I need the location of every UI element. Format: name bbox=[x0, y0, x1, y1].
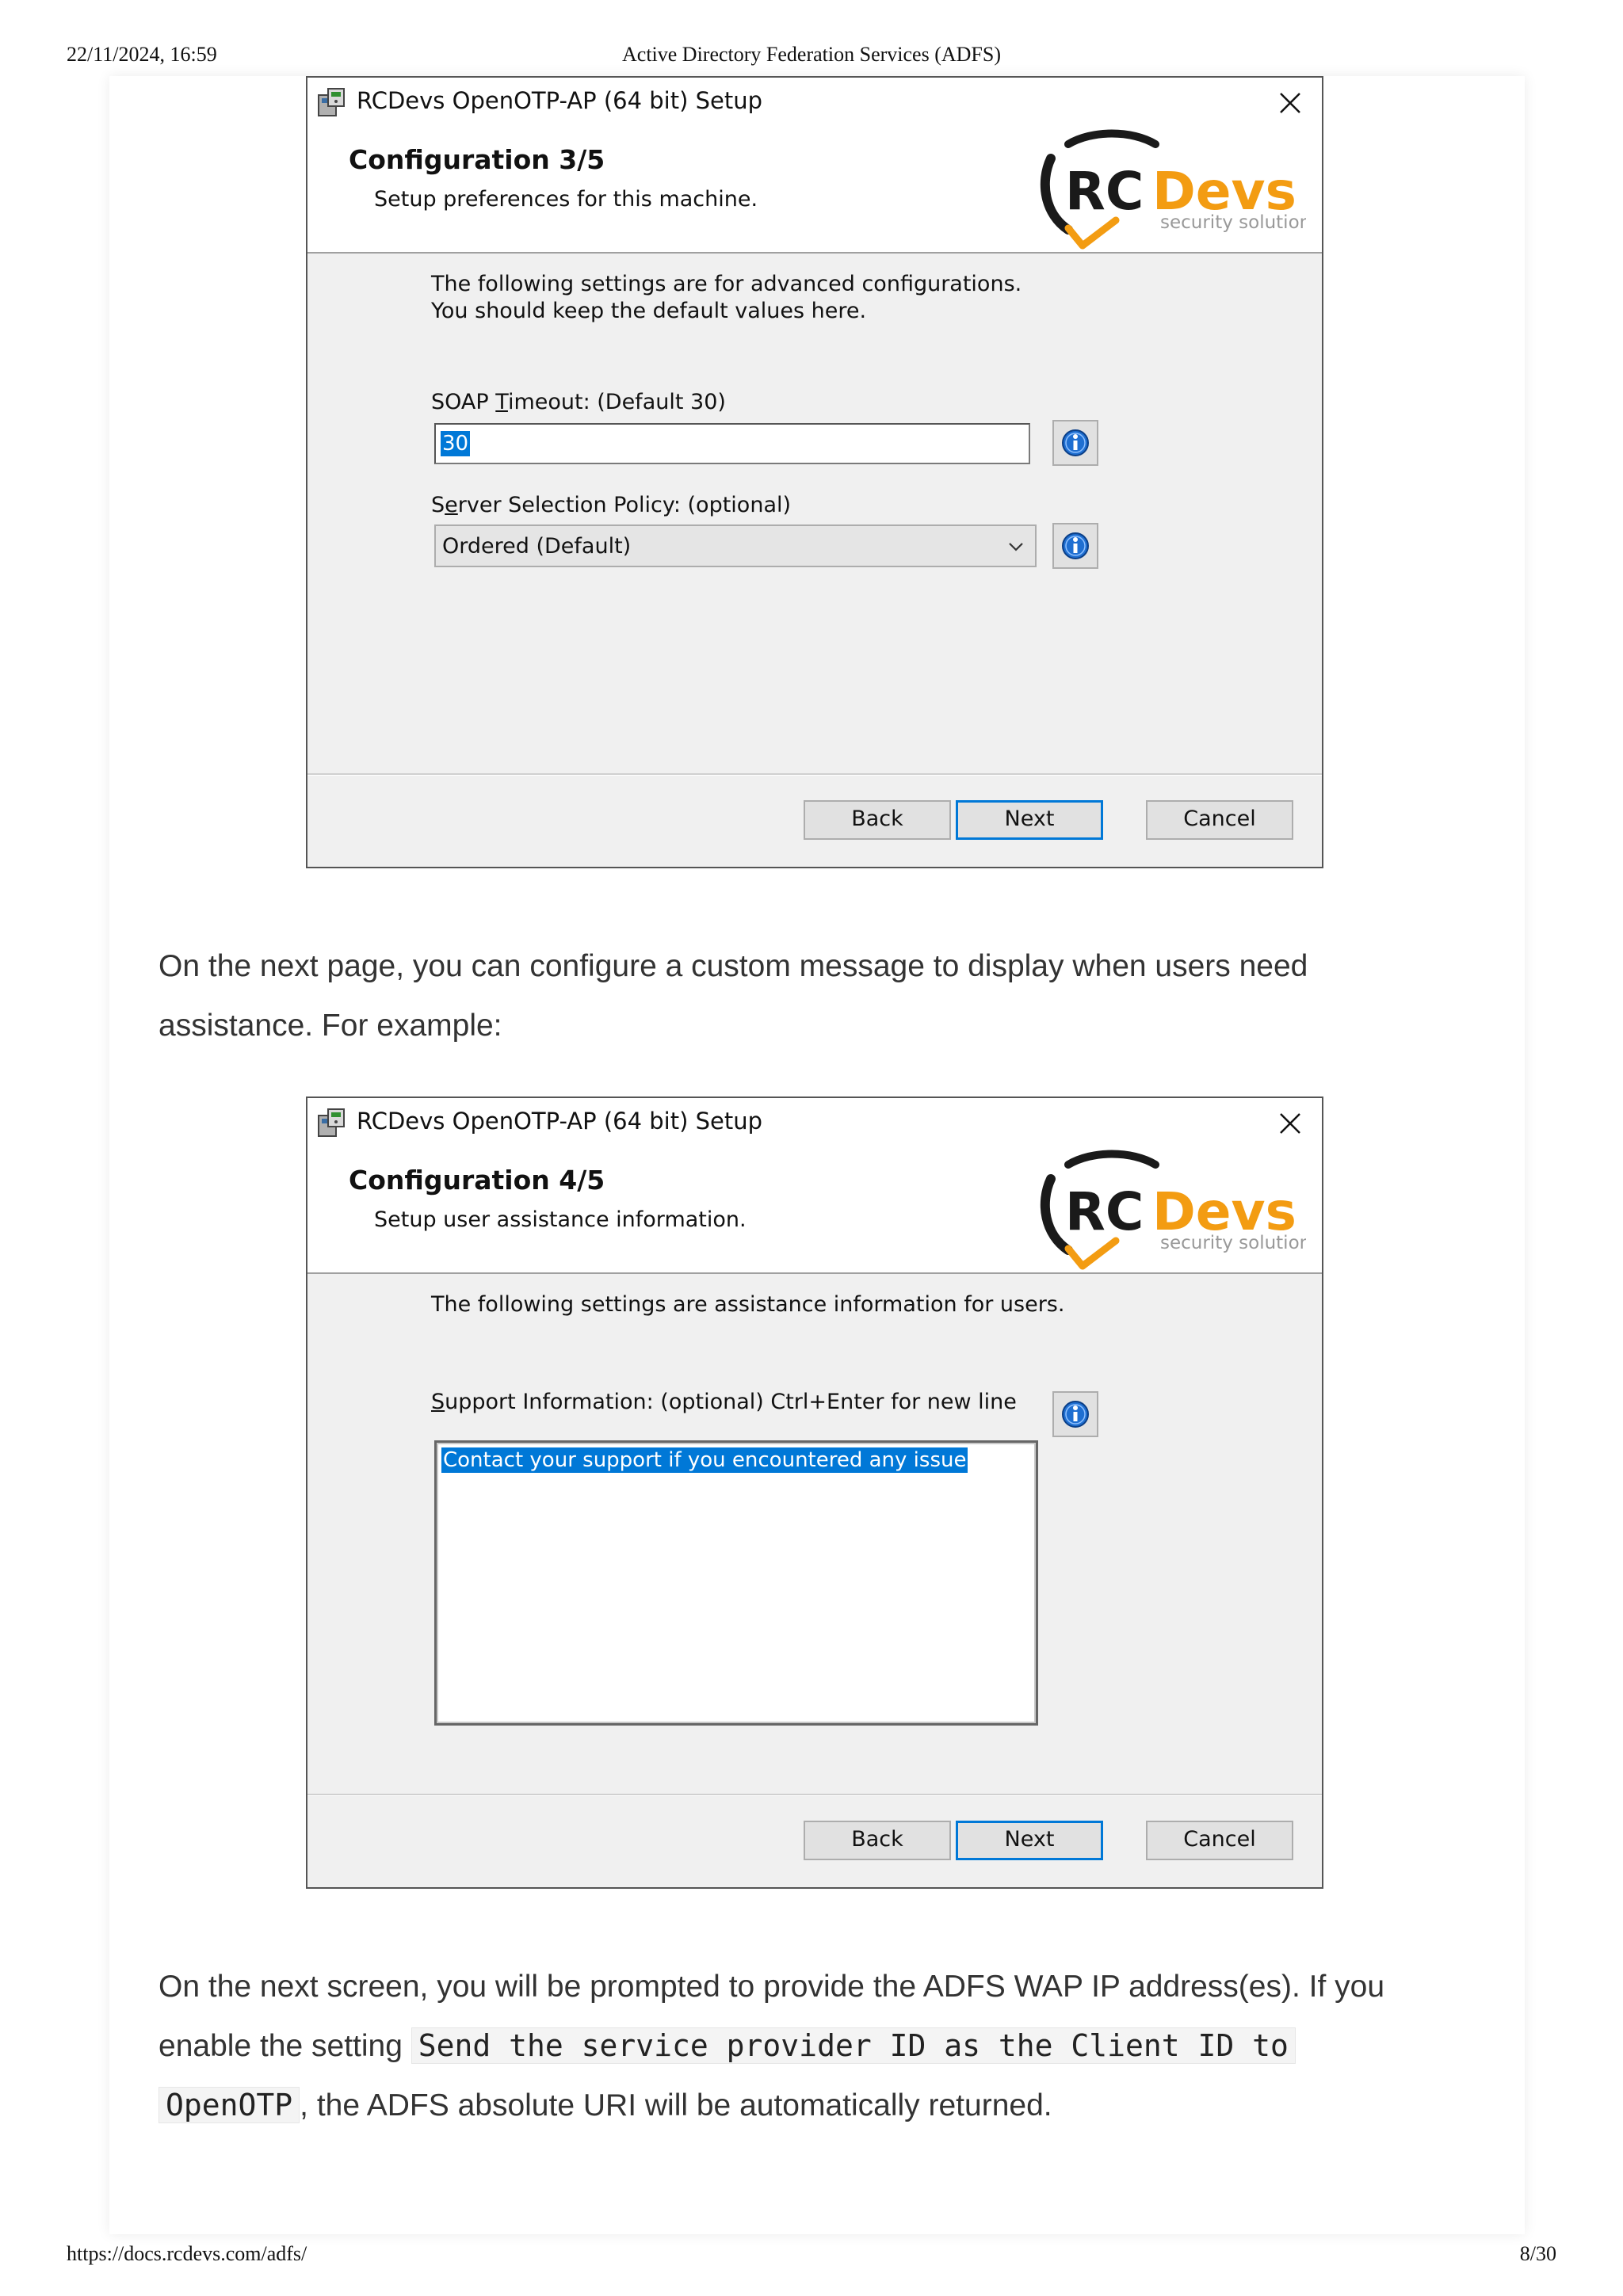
installer-icon bbox=[318, 88, 345, 116]
intro-line-1: The following settings are for advanced … bbox=[431, 272, 1022, 296]
server-policy-select[interactable]: Ordered (Default) bbox=[434, 524, 1037, 567]
close-icon[interactable] bbox=[1276, 89, 1304, 117]
info-icon bbox=[1062, 1401, 1089, 1428]
back-button[interactable]: Back bbox=[804, 800, 951, 840]
cancel-button[interactable]: Cancel bbox=[1146, 800, 1293, 840]
server-policy-info-button[interactable] bbox=[1052, 523, 1098, 569]
rcdevs-logo: RC Devs security solutions bbox=[1040, 129, 1306, 250]
print-page-number: 8/30 bbox=[1519, 2242, 1556, 2265]
soap-timeout-label: SOAP Timeout: (Default 30) bbox=[431, 390, 726, 414]
print-title: Active Directory Federation Services (AD… bbox=[622, 43, 1001, 66]
code-setting-name: Send the service provider ID as the Clie… bbox=[411, 2027, 1296, 2064]
intro-line-2: You should keep the default values here. bbox=[431, 299, 867, 323]
soap-timeout-input[interactable]: 30 bbox=[434, 423, 1030, 464]
installer-icon bbox=[318, 1108, 345, 1137]
support-info-value: Contact your support if you encountered … bbox=[441, 1447, 968, 1473]
info-icon bbox=[1062, 532, 1089, 559]
paragraph-line: OpenOTP, the ADFS absolute URI will be a… bbox=[158, 2076, 1474, 2135]
paragraph-line: enable the setting Send the service prov… bbox=[158, 2016, 1474, 2076]
setup-dialog-config-4: RCDevs OpenOTP-AP (64 bit) Setup Configu… bbox=[306, 1097, 1323, 1889]
support-info-info-button[interactable] bbox=[1052, 1391, 1098, 1437]
next-button[interactable]: Next bbox=[956, 1821, 1103, 1860]
paragraph-line: assistance. For example: bbox=[158, 1009, 502, 1043]
logo-rc: RC bbox=[1065, 1181, 1144, 1242]
logo-tagline: security solutions bbox=[1160, 1233, 1306, 1253]
dialog-header: RCDevs OpenOTP-AP (64 bit) Setup Configu… bbox=[307, 78, 1322, 254]
support-info-label: Support Information: (optional) Ctrl+Ent… bbox=[431, 1390, 1017, 1414]
title-bar[interactable]: RCDevs OpenOTP-AP (64 bit) Setup bbox=[307, 1098, 1322, 1147]
close-icon[interactable] bbox=[1276, 1109, 1304, 1138]
footer-separator bbox=[307, 773, 1322, 776]
logo-tagline: security solutions bbox=[1160, 212, 1306, 233]
server-policy-selected: Ordered (Default) bbox=[442, 534, 632, 559]
rcdevs-logo: RC Devs security solutions bbox=[1040, 1150, 1306, 1270]
next-button[interactable]: Next bbox=[956, 800, 1103, 840]
dialog-header: RCDevs OpenOTP-AP (64 bit) Setup Configu… bbox=[307, 1098, 1322, 1274]
print-url: https://docs.rcdevs.com/adfs/ bbox=[67, 2242, 307, 2265]
back-button[interactable]: Back bbox=[804, 1821, 951, 1860]
chevron-down-icon bbox=[1009, 543, 1023, 551]
server-policy-label: Server Selection Policy: (optional) bbox=[431, 493, 792, 517]
code-openotp: OpenOTP bbox=[158, 2087, 300, 2123]
info-icon bbox=[1062, 429, 1089, 456]
title-bar[interactable]: RCDevs OpenOTP-AP (64 bit) Setup bbox=[307, 78, 1322, 127]
step-title: Configuration 3/5 bbox=[349, 144, 605, 175]
support-info-textarea[interactable]: Contact your support if you encountered … bbox=[434, 1440, 1038, 1726]
paragraph-line: On the next page, you can configure a cu… bbox=[158, 949, 1308, 983]
setup-dialog-config-3: RCDevs OpenOTP-AP (64 bit) Setup Configu… bbox=[306, 76, 1323, 868]
soap-timeout-info-button[interactable] bbox=[1052, 420, 1098, 466]
step-title: Configuration 4/5 bbox=[349, 1165, 605, 1196]
cancel-button[interactable]: Cancel bbox=[1146, 1821, 1293, 1860]
paragraph-wap-ip: On the next screen, you will be prompted… bbox=[158, 1957, 1474, 2135]
paragraph-line: On the next screen, you will be prompted… bbox=[158, 1970, 1385, 2004]
intro-line-1: The following settings are assistance in… bbox=[431, 1292, 1065, 1317]
window-title: RCDevs OpenOTP-AP (64 bit) Setup bbox=[357, 1108, 763, 1135]
window-title: RCDevs OpenOTP-AP (64 bit) Setup bbox=[357, 87, 763, 114]
step-subtitle: Setup user assistance information. bbox=[374, 1207, 747, 1232]
soap-timeout-value: 30 bbox=[441, 431, 471, 456]
step-subtitle: Setup preferences for this machine. bbox=[374, 187, 758, 212]
paragraph-custom-message: On the next page, you can configure a cu… bbox=[158, 936, 1474, 1055]
logo-rc: RC bbox=[1065, 161, 1144, 222]
footer-separator bbox=[307, 1794, 1322, 1796]
